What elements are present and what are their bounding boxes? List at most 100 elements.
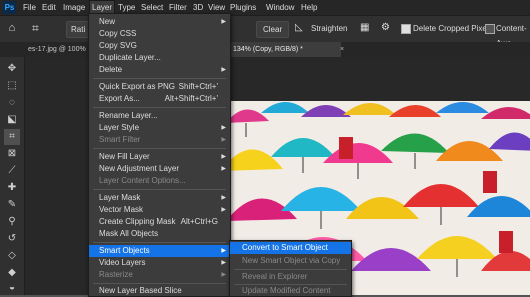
tab-left-document[interactable]: es-17.jpg @ 100% <box>24 42 94 57</box>
submenu-arrow-icon: ▶ <box>221 260 226 266</box>
menu-item-vector-mask[interactable]: Vector Mask ▶ <box>89 204 230 216</box>
eyedropper-icon[interactable]: ⟋ <box>4 163 20 179</box>
menu-window[interactable]: Window <box>264 0 296 15</box>
menu-item-smart-objects[interactable]: Smart Objects ▶ <box>89 245 230 257</box>
clear-button[interactable]: Clear <box>256 21 290 38</box>
menu-item-convert-to-smart-object[interactable]: Convert to Smart Object <box>230 242 351 254</box>
menu-item-label: Layer Mask <box>99 193 141 202</box>
delete-cropped-label: Delete Cropped Pixels <box>413 24 493 33</box>
menu-divider <box>93 107 226 108</box>
submenu-arrow-icon: ▶ <box>221 248 226 254</box>
menu-item-layer-content-options: Layer Content Options... <box>99 176 186 185</box>
menu-item-label: Create Clipping Mask <box>99 217 176 226</box>
delete-cropped-checkbox[interactable] <box>401 24 411 34</box>
menu-file[interactable]: File <box>21 0 38 15</box>
menu-item-update-modified-content: Update Modified Content <box>242 286 331 295</box>
options-bar: ⌂ ⌗ Rati Clear ◺ Straighten ▦ ⚙ Delete C… <box>0 15 530 48</box>
home-icon[interactable]: ⌂ <box>4 20 20 37</box>
submenu-arrow-icon: ▶ <box>221 166 226 172</box>
menu-image[interactable]: Image <box>61 0 87 15</box>
menu-item-label: Video Layers <box>99 258 146 267</box>
blur-icon[interactable]: ◒ <box>4 280 20 296</box>
menu-item-label: Vector Mask <box>99 205 144 214</box>
menu-item-label: Export As... <box>99 94 140 103</box>
close-active-tab-icon[interactable]: × <box>338 42 350 57</box>
menu-item-label: Smart Filter <box>99 135 141 144</box>
menu-item-label: Rasterize <box>99 270 133 279</box>
layer-menu: New ▶ Copy CSS Copy SVG Duplicate Layer..… <box>88 13 231 297</box>
menu-item-new-layer-based-slice[interactable]: New Layer Based Slice <box>89 285 230 297</box>
move-icon[interactable]: ✥ <box>4 61 20 77</box>
lasso-icon[interactable]: ◌ <box>4 95 20 111</box>
smart-objects-submenu: Convert to Smart Object New Smart Object… <box>229 240 352 297</box>
menu-item-new-adjustment-layer[interactable]: New Adjustment Layer ▶ <box>89 163 230 175</box>
menu-item-reveal-in-explorer: Reveal in Explorer <box>242 272 308 281</box>
submenu-arrow-icon: ▶ <box>221 137 226 143</box>
crop-tool-icon[interactable]: ⌗ <box>32 20 48 37</box>
menu-item-shortcut: Alt+Ctrl+G <box>180 217 218 226</box>
object-select-icon[interactable]: ⬕ <box>4 112 20 128</box>
brush-icon[interactable]: ✎ <box>4 197 20 213</box>
menu-item-layer-mask[interactable]: Layer Mask ▶ <box>89 192 230 204</box>
marquee-icon[interactable]: ⬚ <box>4 78 20 94</box>
menu-item-copy-svg[interactable]: Copy SVG <box>89 40 230 52</box>
straighten-icon[interactable]: ◺ <box>295 22 307 34</box>
submenu-arrow-icon: ▶ <box>221 207 226 213</box>
menu-item-delete[interactable]: Delete ▶ <box>89 64 230 76</box>
menu-item-label: New Adjustment Layer <box>99 164 180 173</box>
document-tab-bar: es-17.jpg @ 100% × 134% (Copy, RGB/8) * … <box>0 42 530 57</box>
submenu-arrow-icon: ▶ <box>221 195 226 201</box>
menu-help[interactable]: Help <box>299 0 319 15</box>
menu-item-shortcut: Shift+Ctrl+' <box>178 82 218 91</box>
menu-item-rasterize: Rasterize ▶ <box>89 269 230 281</box>
settings-gear-icon[interactable]: ⚙ <box>381 22 393 34</box>
menu-item-new[interactable]: New ▶ <box>89 16 230 28</box>
submenu-arrow-icon: ▶ <box>221 67 226 73</box>
menu-item-label: New <box>99 17 116 26</box>
grid-overlay-icon[interactable]: ▦ <box>360 22 372 34</box>
menu-item-smart-filter: Smart Filter ▶ <box>89 134 230 146</box>
menu-divider <box>93 148 226 149</box>
menu-item-label: Smart Objects <box>99 246 150 255</box>
eraser-icon[interactable]: ◇ <box>4 248 20 264</box>
menu-item-create-clipping-mask[interactable]: Create Clipping Mask Alt+Ctrl+G <box>89 216 230 228</box>
menu-item-label: New Fill Layer <box>99 152 150 161</box>
content-aware-checkbox[interactable] <box>485 24 495 34</box>
menu-item-label: Layer Style <box>99 123 140 132</box>
menu-item-rename-layer[interactable]: Rename Layer... <box>89 110 230 122</box>
submenu-arrow-icon: ▶ <box>221 19 226 25</box>
menu-item-copy-css[interactable]: Copy CSS <box>89 28 230 40</box>
menu-item-export-as[interactable]: Export As... Alt+Shift+Ctrl+' <box>89 93 230 105</box>
menu-divider <box>234 269 347 270</box>
healing-brush-icon[interactable]: ✚ <box>4 180 20 196</box>
submenu-arrow-icon: ▶ <box>221 125 226 131</box>
menu-edit[interactable]: Edit <box>40 0 58 15</box>
submenu-arrow-icon: ▶ <box>221 272 226 278</box>
menu-item-quick-export-png[interactable]: Quick Export as PNG Shift+Ctrl+' <box>89 81 230 93</box>
photoshop-logo: Ps <box>3 1 16 14</box>
menu-item-new-smart-object-via-copy: New Smart Object via Copy <box>242 256 341 265</box>
tools-panel: ✥ ⬚ ◌ ⬕ ⌗ ⊠ ⟋ ✚ ✎ ⚲ ↺ ◇ ◆ ◒ <box>0 57 25 295</box>
tab-active-document[interactable]: 134% (Copy, RGB/8) * <box>229 42 341 57</box>
menu-divider <box>93 283 226 284</box>
menu-item-new-fill-layer[interactable]: New Fill Layer ▶ <box>89 151 230 163</box>
clone-stamp-icon[interactable]: ⚲ <box>4 214 20 230</box>
menu-item-mask-all-objects[interactable]: Mask All Objects <box>89 228 230 240</box>
straighten-label[interactable]: Straighten <box>311 21 347 36</box>
content-aware-label: Content-Awa <box>496 24 527 48</box>
submenu-arrow-icon: ▶ <box>221 154 226 160</box>
menu-item-video-layers[interactable]: Video Layers ▶ <box>89 257 230 269</box>
menu-item-shortcut: Alt+Shift+Ctrl+' <box>164 94 218 103</box>
ratio-dropdown[interactable]: Rati <box>66 21 90 38</box>
menu-divider <box>93 242 226 243</box>
menu-bar: Ps File Edit Image Layer Type Select Fil… <box>0 0 530 16</box>
menu-plugins[interactable]: Plugins <box>228 0 258 15</box>
history-brush-icon[interactable]: ↺ <box>4 231 20 247</box>
menu-item-layer-style[interactable]: Layer Style ▶ <box>89 122 230 134</box>
frame-icon[interactable]: ⊠ <box>4 146 20 162</box>
crop-icon[interactable]: ⌗ <box>4 129 20 145</box>
menu-item-label: Quick Export as PNG <box>99 82 176 91</box>
menu-item-duplicate-layer[interactable]: Duplicate Layer... <box>89 52 230 64</box>
menu-divider <box>93 78 226 79</box>
gradient-icon[interactable]: ◆ <box>4 265 20 281</box>
